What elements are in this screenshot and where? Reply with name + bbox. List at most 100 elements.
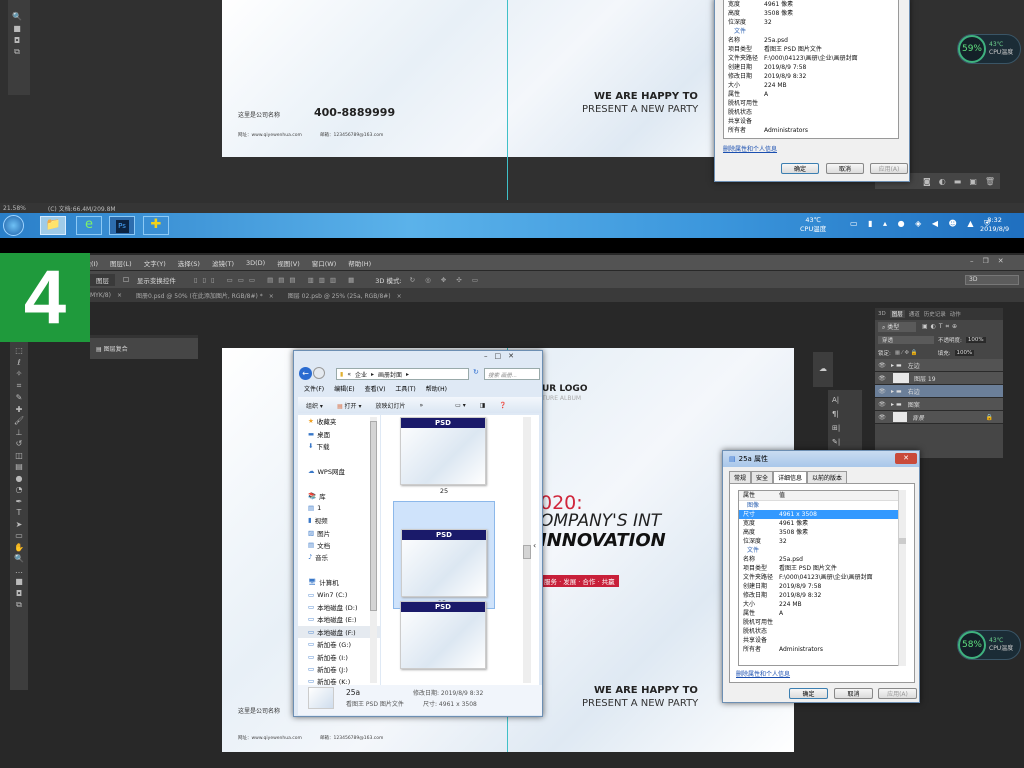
folder-icon[interactable]: ▬ [954, 177, 962, 186]
layer-row[interactable]: 👁 ▸ ▬ 右边 [875, 385, 1003, 398]
property-row[interactable]: 大小 224 MB [724, 81, 898, 90]
type-tool-icon[interactable]: T [17, 508, 22, 517]
preview-pane-button[interactable]: ◨ [480, 402, 486, 409]
eraser-icon[interactable]: ◫ [15, 451, 23, 460]
property-row[interactable]: 高度 3508 像素 [724, 9, 898, 18]
visibility-eye-icon[interactable]: 👁 [875, 414, 889, 421]
property-row[interactable]: 位深度 32 [739, 537, 905, 546]
panel-tab[interactable]: 图层 [889, 310, 905, 318]
menu-item[interactable]: 文件(F) [304, 384, 324, 393]
expand-arrow-icon[interactable]: ▸ [891, 401, 894, 408]
menu-item[interactable]: 编辑(E) [334, 384, 354, 393]
open-button[interactable]: ▦ 打开 ▾ [337, 401, 362, 410]
column-header-property[interactable]: 属性 [739, 491, 779, 500]
expand-arrow-icon[interactable]: ▸ [891, 362, 894, 369]
visibility-eye-icon[interactable]: 👁 [875, 388, 889, 395]
menu-item[interactable]: 查看(V) [365, 384, 386, 393]
zoom-tool-icon[interactable]: 🔍 [8, 10, 26, 22]
hand-tool-icon[interactable]: ✋ [14, 543, 24, 552]
close-tab-icon[interactable]: × [117, 292, 122, 299]
remove-properties-link[interactable]: 删除属性和个人信息 [723, 144, 777, 153]
stamp-tool-icon[interactable]: ⊥ [16, 428, 23, 437]
property-row[interactable]: 修改日期 2019/8/9 8:32 [724, 72, 898, 81]
property-row[interactable]: 属性 A [739, 609, 905, 618]
zoom-tool-icon[interactable]: 🔍 [14, 554, 24, 563]
character-icon[interactable]: A| [832, 393, 858, 407]
menu-item[interactable]: 帮助(H) [426, 384, 447, 393]
close-icon[interactable]: ✕ [998, 257, 1013, 265]
nav-item[interactable]: ▭ Win7 (C:) [298, 588, 380, 600]
file-item[interactable]: PSD [393, 595, 495, 685]
column-header-value[interactable]: 值 [779, 491, 785, 500]
property-row[interactable]: 创建日期 2019/8/9 7:58 [739, 582, 905, 591]
close-icon[interactable]: ✕ [508, 352, 521, 360]
nav-item[interactable]: ♪ 音乐 [298, 551, 380, 563]
close-tab-icon[interactable]: × [397, 293, 402, 300]
new-layer-icon[interactable]: ▣ [969, 177, 977, 186]
filter-icons[interactable]: ▣◐T⌗⊕ [922, 323, 960, 331]
property-row[interactable]: 脱机状态 [739, 627, 905, 636]
help-icon[interactable]: ❓ [499, 402, 506, 409]
taskbar-360-icon[interactable]: ✚ [143, 216, 169, 235]
filter-kind-dropdown[interactable]: ⌕ 类型 [878, 321, 916, 332]
3d-mode-icons[interactable]: ↻ ◎ ✥ ✣ ▭ [410, 276, 482, 284]
nav-item[interactable]: ▭ 本地磁盘 (F:) [298, 625, 380, 639]
nav-item[interactable]: ▭ 新加卷 (G:) [298, 638, 380, 650]
property-row[interactable]: 名称 25a.psd [739, 555, 905, 564]
show-transform-checkbox[interactable]: ☐ [123, 276, 129, 284]
nav-item[interactable]: ▭ 新加卷 (J:) [298, 663, 380, 675]
property-row[interactable]: 尺寸 4961 x 3508 [739, 510, 905, 519]
menu-item[interactable]: 文字(Y) [144, 258, 166, 268]
file-scrollbar[interactable] [523, 417, 531, 683]
remove-properties-link[interactable]: 删除属性和个人信息 [736, 669, 790, 678]
layer-row[interactable]: 👁 背景 🔒 [875, 411, 1003, 424]
auto-select-dropdown[interactable]: 图层 [90, 273, 115, 286]
apply-button[interactable]: 应用(A) [870, 163, 908, 174]
lasso-tool-icon[interactable]: ℓ [17, 358, 20, 367]
property-row[interactable]: 宽度 4961 像素 [724, 0, 898, 9]
panel-collapse-icon[interactable]: ‹ [533, 541, 536, 550]
more-button[interactable]: » [419, 402, 423, 409]
property-row[interactable]: 修改日期 2019/8/9 8:32 [739, 591, 905, 600]
quick-mask-icon[interactable]: ◘ [16, 589, 22, 598]
trash-icon[interactable]: 🗑 [985, 177, 995, 186]
mask-icon[interactable]: ◙ [923, 177, 931, 186]
menu-item[interactable]: 图层(L) [110, 258, 132, 268]
dialog-tab[interactable]: 详细信息 [773, 471, 808, 483]
restore-icon[interactable]: ❐ [983, 257, 998, 265]
3d-panel-icon[interactable]: ☁ [819, 364, 827, 373]
property-row[interactable]: 位深度 32 [724, 18, 898, 27]
pen-tool-icon[interactable]: ✒ [16, 497, 23, 506]
visibility-eye-icon[interactable]: 👁 [875, 362, 889, 369]
cpu-widget[interactable]: 58% 43℃ CPU温度 [957, 630, 1021, 660]
dialog-tab[interactable]: 常规 [729, 471, 752, 483]
more-tools-icon[interactable]: … [15, 566, 23, 575]
close-button[interactable]: ✕ [895, 453, 917, 464]
property-row[interactable]: 属性 A [724, 90, 898, 99]
adjustment-icon[interactable]: ◐ [939, 177, 946, 186]
maximize-icon[interactable]: □ [495, 352, 509, 360]
taskbar-browser-icon[interactable]: e [76, 216, 102, 235]
property-row[interactable]: 项目类型 看图王 PSD 图片文件 [739, 564, 905, 573]
property-row[interactable]: 文件夹路径 F:\000\04123\画册\企业\画册封面 [739, 573, 905, 582]
blend-mode-dropdown[interactable]: 穿透 [878, 335, 934, 344]
list-scrollbar[interactable] [898, 490, 906, 666]
nav-item[interactable]: ▭ 本地磁盘 (D:) [298, 601, 380, 613]
property-row[interactable]: 大小 224 MB [739, 600, 905, 609]
property-row[interactable]: 文件夹路径 F:\000\04123\画册\企业\画册封面 [724, 54, 898, 63]
zoom-level[interactable]: 21.58% [3, 205, 26, 212]
nav-item[interactable]: ▮ 视频 [298, 514, 380, 526]
property-row[interactable]: 宽度 4961 像素 [739, 519, 905, 528]
layer-row[interactable]: 👁 ▸ ▬ 左边 [875, 359, 1003, 372]
view-button[interactable]: ▭ ▾ [455, 402, 466, 409]
marquee-tool-icon[interactable]: ⬚ [15, 346, 23, 355]
fill-input[interactable]: 100% [954, 349, 975, 356]
document-tab[interactable]: MYK/8) × [90, 292, 122, 299]
align-icons[interactable]: ▯▯▯ ▭▭▭ ▤▤▤ ▥▥▥ ▦ [194, 276, 359, 284]
panel-tab[interactable]: 动作 [950, 310, 961, 318]
ok-button[interactable]: 确定 [781, 163, 819, 174]
nav-item[interactable]: 📚 库 [298, 489, 380, 501]
apply-button[interactable]: 应用(A) [878, 688, 917, 699]
search-input[interactable]: 搜索 画册... [484, 368, 540, 380]
paragraph-icon[interactable]: ¶| [832, 407, 858, 421]
